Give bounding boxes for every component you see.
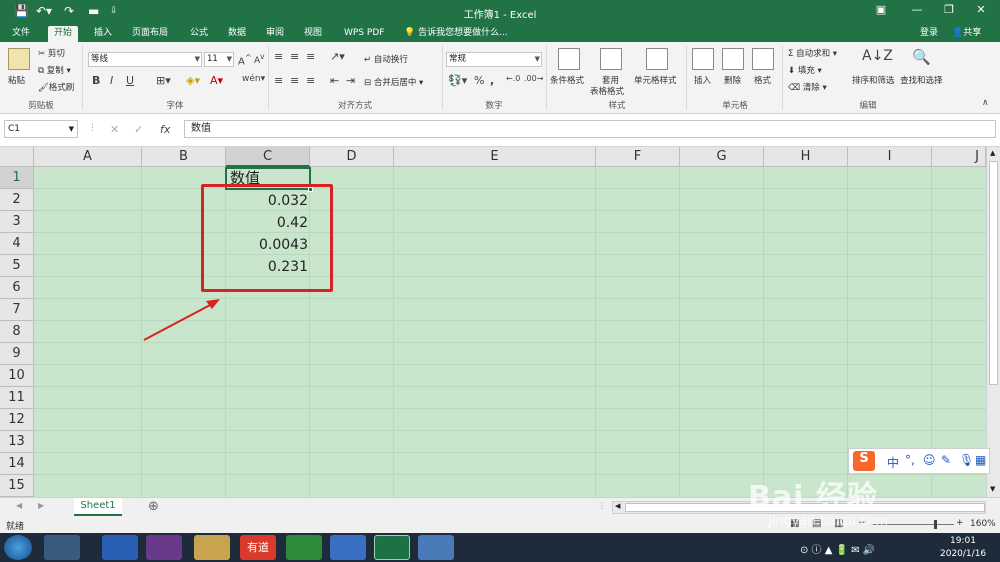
pen-icon[interactable]: ✎ (941, 453, 951, 467)
clock-time: 19:01 (950, 536, 976, 546)
app-icon-flower[interactable] (44, 535, 80, 560)
grid-menu-icon[interactable]: ▦ (975, 453, 986, 467)
wps-icon[interactable] (330, 535, 366, 560)
chrome-icon[interactable] (146, 535, 182, 560)
folder-icon[interactable] (194, 535, 230, 560)
picture-icon[interactable] (418, 535, 454, 560)
clock-date: 2020/1/16 (940, 549, 987, 559)
punctuation-icon[interactable]: °, (905, 453, 915, 467)
sheet-tab-sheet1[interactable]: Sheet1 (74, 498, 122, 516)
sogou-icon[interactable]: S (853, 451, 875, 471)
more-sheets-icon: ⋮ (598, 501, 606, 510)
emoji-icon[interactable]: ☺ (923, 453, 936, 467)
zoom-in-icon[interactable]: + (956, 518, 964, 528)
app-icon-sogou[interactable] (102, 535, 138, 560)
ime-toolbar[interactable]: S 中 °, ☺ ✎ 🎙 ▦ (848, 448, 990, 474)
tray-icons[interactable]: ⊙ ⓘ ▲ 🔋 ✉ 🔊 (800, 541, 875, 556)
ime-language[interactable]: 中 (887, 454, 899, 471)
taskbar: 有道 ⊙ ⓘ ▲ 🔋 ✉ 🔊 19:01 2020/1/16 (0, 533, 1000, 562)
sheet-prev-icon[interactable]: ◀ (16, 501, 22, 510)
add-sheet-icon[interactable]: ⊕ (148, 499, 159, 514)
zoom-slider-thumb[interactable] (934, 520, 937, 529)
sheet-next-icon[interactable]: ▶ (38, 501, 44, 510)
microphone-icon[interactable]: 🎙 (959, 453, 974, 467)
scroll-left-icon[interactable]: ◀ (615, 502, 620, 510)
excel-taskbar-icon[interactable] (374, 535, 410, 560)
zoom-level[interactable]: 160% (970, 519, 996, 529)
app-icon-green[interactable] (286, 535, 322, 560)
start-button[interactable] (4, 535, 32, 560)
status-mode: 就绪 (6, 522, 25, 532)
baidu-watermark: Bai 经验 (748, 480, 878, 515)
baidu-watermark-url: jingyan.baidu.com (768, 514, 888, 529)
youdao-icon[interactable]: 有道 (240, 535, 276, 560)
